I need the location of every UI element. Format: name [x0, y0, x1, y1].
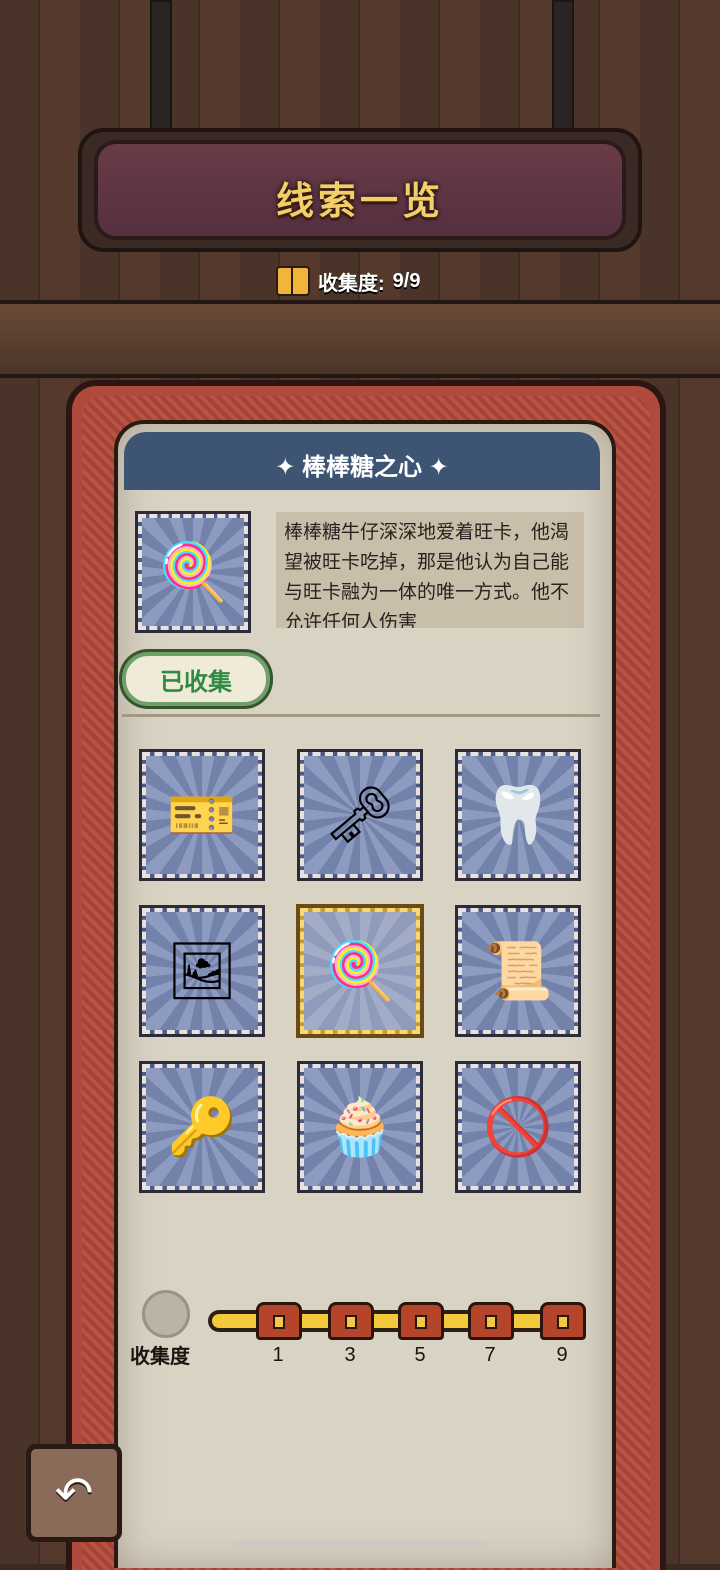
clue-stamp[interactable]: 🧁 [300, 1064, 420, 1190]
collection-label: 收集度: [318, 272, 385, 295]
photo-frame-icon: 🖼 [166, 939, 238, 1002]
wooden-beam [0, 300, 720, 378]
clue-stamp[interactable]: 🎫 [142, 752, 262, 878]
golden-tooth-icon: 🦷 [483, 783, 553, 846]
back-button[interactable]: ↶ [26, 1444, 122, 1542]
milestone-label: 7 [484, 1344, 496, 1366]
milestone-label: 5 [414, 1344, 426, 1366]
clue-stamp[interactable]: 🍭 [300, 908, 420, 1034]
no-candy-icon: 🚫 [483, 1095, 553, 1158]
collection-status: 收集度: 9/9 [276, 266, 420, 296]
collected-status-button[interactable]: 已收集 [122, 652, 270, 706]
lollipop-icon: 🍭 [325, 939, 395, 1002]
clue-header: ✦ 棒棒糖之心 ✦ [124, 432, 600, 490]
selected-clue-stamp: 🍭 [138, 514, 248, 630]
clue-description: 棒棒糖牛仔深深地爱着旺卡，他渴望被旺卡吃掉，那是他认为自己能与旺卡融为一体的唯一… [276, 512, 584, 628]
milestone-label: 9 [556, 1344, 568, 1366]
clue-stamp[interactable]: 🖼 [142, 908, 262, 1034]
wind-up-key-icon: 🔑 [167, 1095, 237, 1158]
cake-icon: 🧁 [325, 1095, 395, 1158]
back-arrow-icon: ↶ [54, 1467, 94, 1519]
home-indicator[interactable] [233, 1540, 487, 1548]
treasure-chest-icon[interactable] [540, 1302, 586, 1340]
lollipop-icon: 🍭 [158, 540, 228, 603]
treasure-chest-icon[interactable] [468, 1302, 514, 1340]
golden-ticket-icon: 🎫 [167, 783, 237, 846]
divider [122, 714, 600, 717]
clue-stamp[interactable]: 🗝 [300, 752, 420, 878]
clue-stamp[interactable]: 🔑 [142, 1064, 262, 1190]
clue-title: ✦ 棒棒糖之心 ✦ [275, 454, 449, 481]
milestone-label: 3 [344, 1344, 356, 1366]
clue-stamp[interactable]: 📜 [458, 908, 578, 1034]
treasure-chest-icon[interactable] [398, 1302, 444, 1340]
treasure-chest-icon[interactable] [328, 1302, 374, 1340]
book-icon [276, 266, 310, 296]
treasure-chest-icon[interactable] [256, 1302, 302, 1340]
milestone-label: 1 [272, 1344, 284, 1366]
clue-stamp[interactable]: 🚫 [458, 1064, 578, 1190]
key-icon: 🗝 [324, 783, 396, 846]
page-title: 线索一览 [275, 181, 444, 223]
magnifier-icon [142, 1290, 190, 1338]
collection-value: 9/9 [392, 269, 421, 292]
clue-stamp[interactable]: 🦷 [458, 752, 578, 878]
scroll-icon: 📜 [483, 939, 553, 1002]
progress-label: 收集度 [130, 1346, 190, 1368]
